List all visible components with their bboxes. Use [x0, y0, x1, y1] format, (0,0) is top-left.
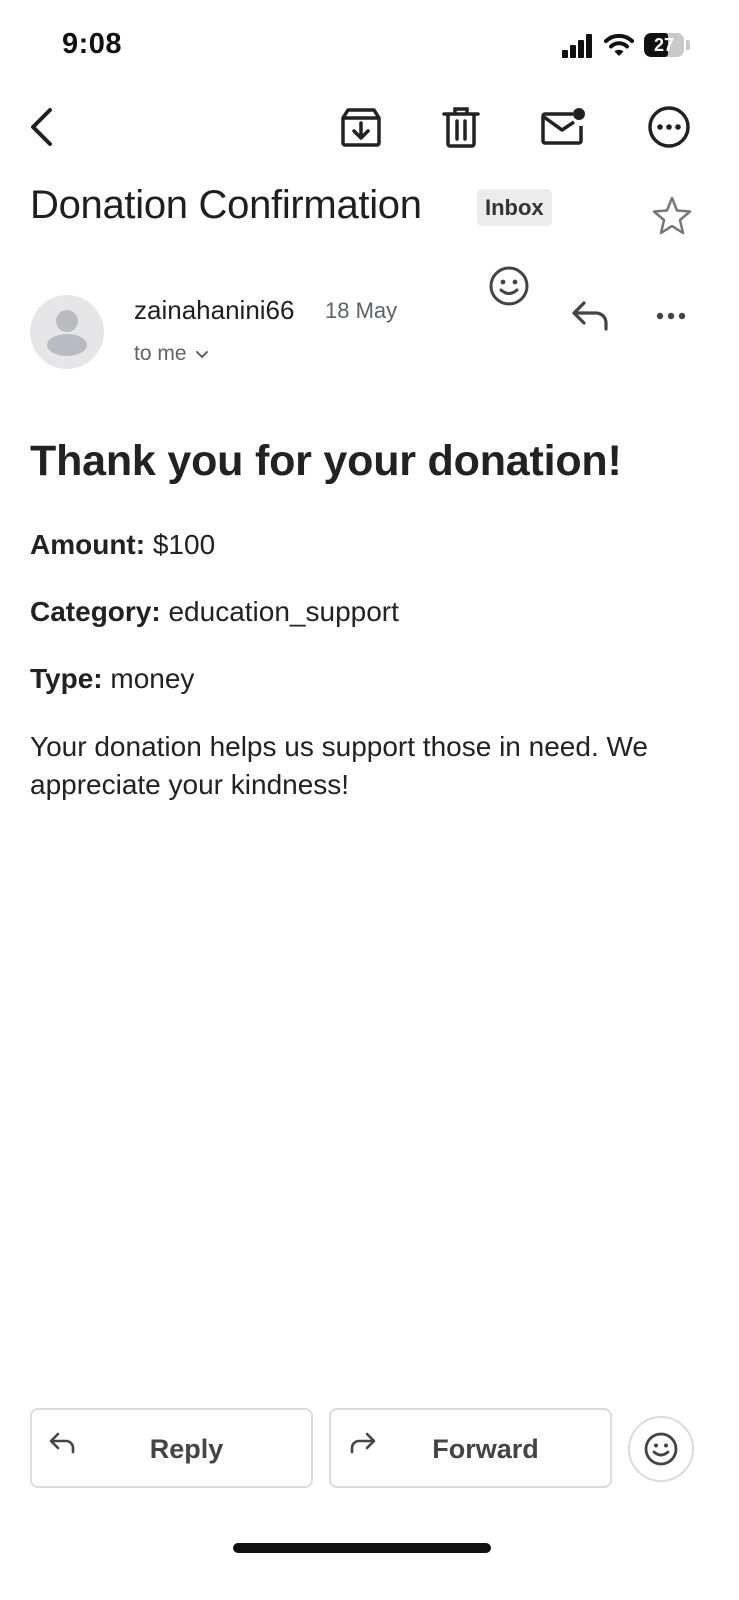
mail-unread-icon[interactable]	[539, 103, 587, 151]
forward-button[interactable]: Forward	[329, 1408, 612, 1488]
more-options-icon[interactable]	[645, 103, 693, 151]
status-time: 9:08	[62, 28, 123, 60]
field-value: education_support	[168, 596, 399, 627]
battery-level: 27	[653, 35, 675, 55]
email-date: 18 May	[325, 298, 398, 323]
field-label: Amount:	[30, 529, 146, 560]
field-label: Category:	[30, 596, 161, 627]
body-heading: Thank you for your donation!	[30, 437, 622, 485]
forward-label: Forward	[432, 1434, 539, 1464]
reply-label: Reply	[149, 1434, 224, 1464]
add-reaction-icon[interactable]	[488, 265, 530, 312]
wifi-icon	[604, 32, 634, 58]
field-value: $100	[152, 529, 216, 560]
battery-tip	[686, 40, 690, 50]
field-value: money	[110, 663, 195, 694]
field-label: Type:	[30, 663, 103, 694]
inbox-label-badge[interactable]: Inbox	[477, 189, 552, 226]
star-icon[interactable]	[650, 194, 694, 243]
recipient-label: to me	[134, 342, 187, 365]
type-line: Type: money	[30, 663, 194, 695]
emoji-reaction-button[interactable]	[628, 1416, 694, 1482]
cellular-signal-icon	[562, 34, 594, 58]
category-line: Category: education_support	[30, 596, 399, 628]
back-icon[interactable]	[18, 103, 66, 151]
avatar[interactable]	[30, 295, 104, 369]
reply-icon[interactable]	[570, 297, 612, 338]
recipient-toggle[interactable]: to me	[134, 342, 209, 366]
chevron-down-icon	[195, 342, 209, 366]
trash-icon[interactable]	[437, 103, 485, 151]
reply-button[interactable]: Reply	[30, 1408, 313, 1488]
battery-icon: 27	[644, 33, 684, 57]
smiley-icon	[644, 1432, 678, 1466]
home-indicator[interactable]	[233, 1543, 491, 1553]
body-note: Your donation helps us support those in …	[30, 731, 648, 800]
sender-name[interactable]: zainahanini66	[134, 295, 294, 326]
message-more-icon[interactable]	[652, 304, 690, 333]
email-subject: Donation Confirmation	[30, 183, 422, 227]
archive-icon[interactable]	[337, 103, 385, 151]
amount-line: Amount: $100	[30, 529, 215, 561]
